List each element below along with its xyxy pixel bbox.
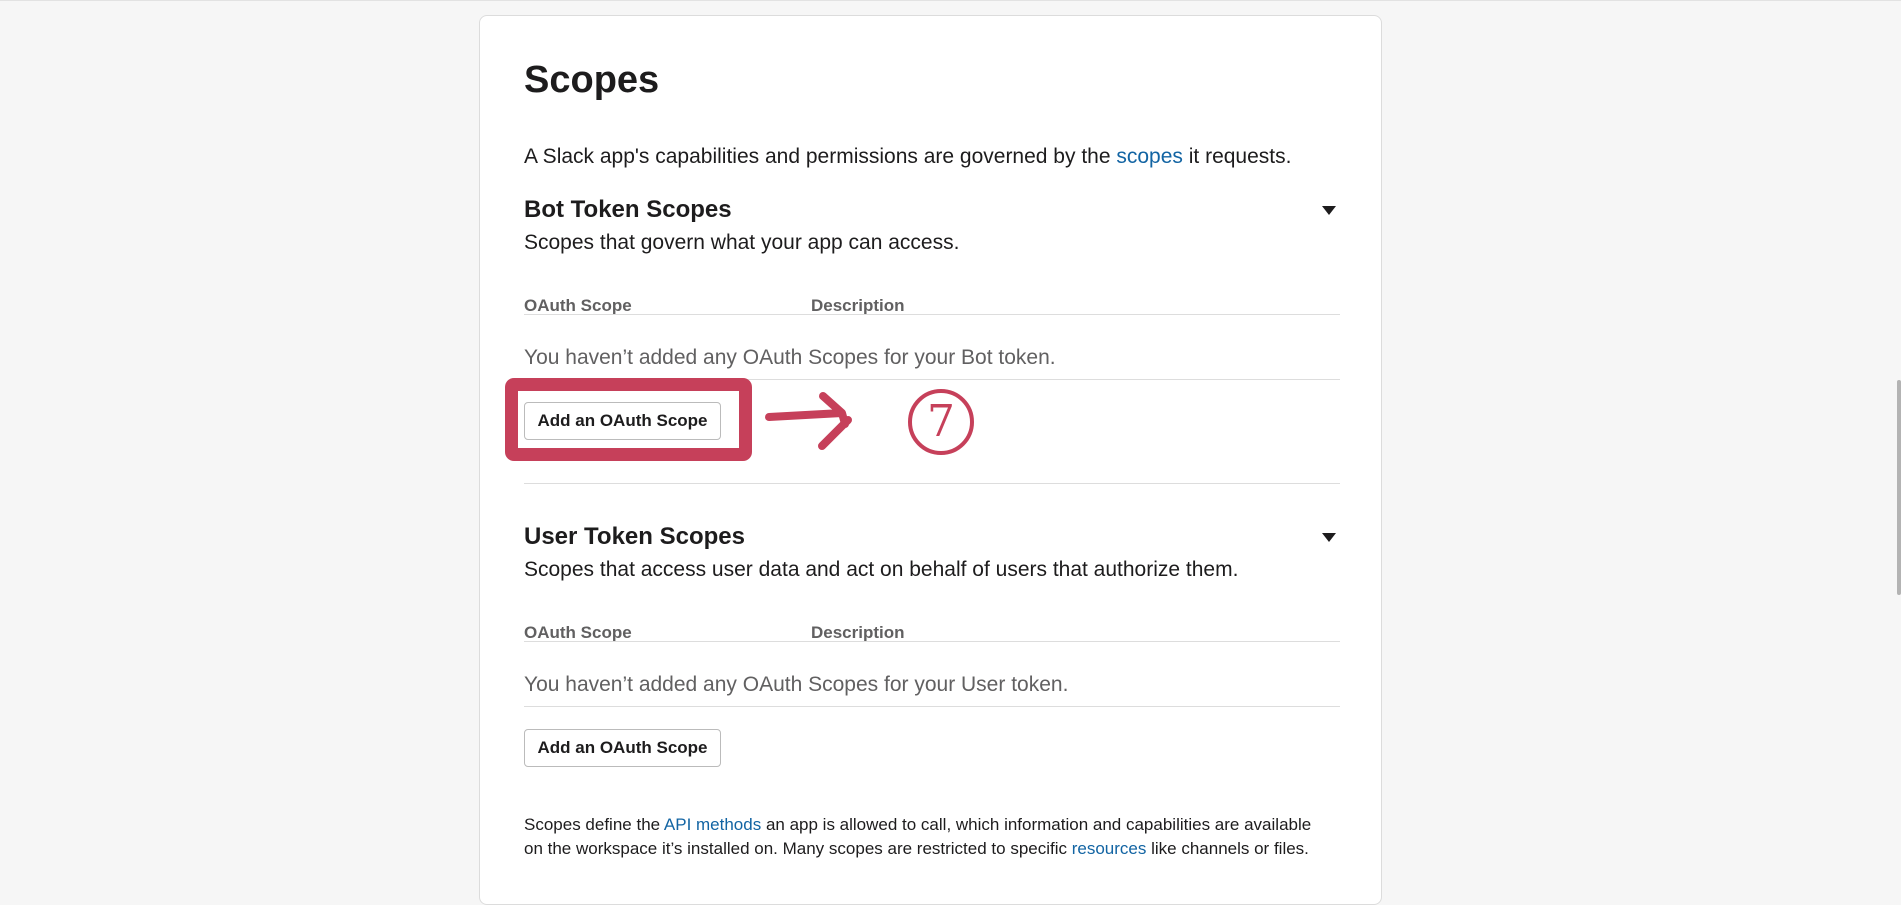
footer-text-1: Scopes define the bbox=[524, 815, 664, 834]
api-methods-link[interactable]: API methods bbox=[664, 815, 761, 834]
resources-link[interactable]: resources bbox=[1072, 839, 1147, 858]
bot-token-scopes-title: Bot Token Scopes bbox=[524, 196, 732, 223]
scopes-link[interactable]: scopes bbox=[1116, 145, 1183, 168]
user-empty-message: You haven’t added any OAuth Scopes for y… bbox=[524, 673, 1069, 696]
page-title: Scopes bbox=[524, 59, 660, 101]
footer-text-3: on the workspace it’s installed on. Many… bbox=[524, 839, 1072, 858]
footer-text-4: like channels or files. bbox=[1146, 839, 1309, 858]
top-divider bbox=[0, 0, 1901, 1]
user-section-collapse-caret-icon[interactable] bbox=[1322, 533, 1336, 542]
user-token-scopes-title: User Token Scopes bbox=[524, 523, 745, 550]
bot-token-scopes-description: Scopes that govern what your app can acc… bbox=[524, 231, 960, 254]
user-table-header-divider bbox=[524, 641, 1340, 642]
user-col-description: Description bbox=[811, 623, 905, 642]
intro-text-start: A Slack app's capabilities and permissio… bbox=[524, 145, 1117, 168]
bot-add-oauth-scope-button[interactable]: Add an OAuth Scope bbox=[524, 402, 721, 440]
scopes-footer-note: Scopes define the API methods an app is … bbox=[524, 813, 1311, 861]
annotation-arrow-and-step: 7 bbox=[765, 389, 974, 455]
intro-text-end: it requests. bbox=[1182, 145, 1292, 168]
section-divider bbox=[524, 483, 1340, 484]
step-number: 7 bbox=[927, 396, 955, 447]
bot-table-header-divider bbox=[524, 314, 1340, 315]
user-add-oauth-scope-button[interactable]: Add an OAuth Scope bbox=[524, 729, 721, 767]
user-table-bottom-divider bbox=[524, 706, 1340, 707]
user-col-oauth-scope: OAuth Scope bbox=[524, 623, 632, 642]
bot-section-collapse-caret-icon[interactable] bbox=[1322, 206, 1336, 215]
bot-table-bottom-divider bbox=[524, 379, 1340, 380]
intro-text: A Slack app's capabilities and permissio… bbox=[524, 143, 1291, 171]
bot-empty-message: You haven’t added any OAuth Scopes for y… bbox=[524, 346, 1056, 369]
bot-col-description: Description bbox=[811, 296, 905, 315]
user-token-scopes-description: Scopes that access user data and act on … bbox=[524, 558, 1239, 581]
bot-col-oauth-scope: OAuth Scope bbox=[524, 296, 632, 315]
footer-text-2: an app is allowed to call, which informa… bbox=[761, 815, 1312, 834]
page-scrollbar[interactable] bbox=[1897, 380, 1901, 595]
annotation-arrow-icon bbox=[765, 392, 852, 450]
